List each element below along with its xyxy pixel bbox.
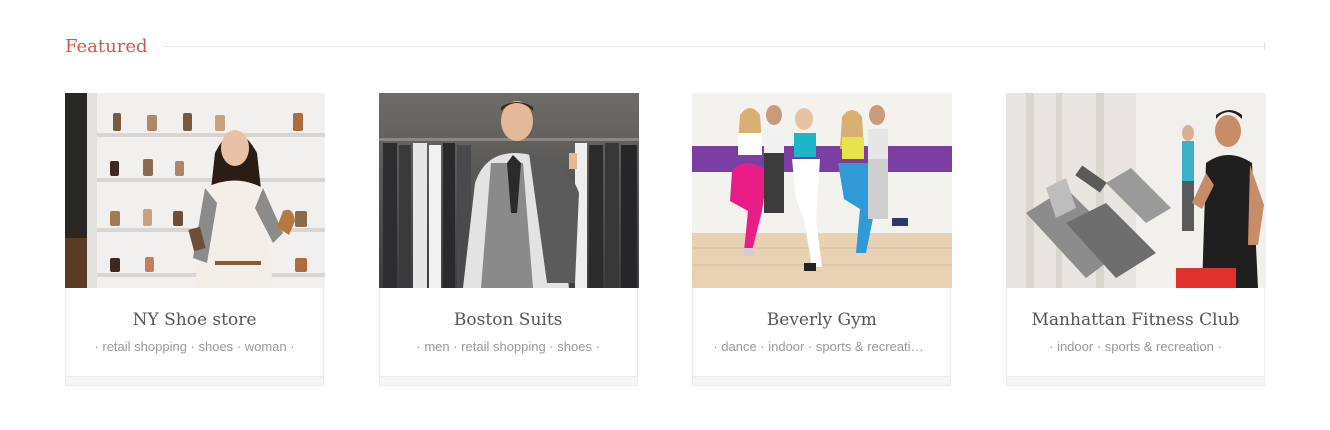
listing-tags: · dance · indoor · sports & recreation · xyxy=(713,339,933,354)
listing-tags: · indoor · sports & recreation · xyxy=(1049,339,1222,354)
listing-title[interactable]: Beverly Gym xyxy=(693,308,950,332)
listing-card[interactable]: Beverly Gym · dance · indoor · sports & … xyxy=(692,93,953,386)
man-on-treadmill-photo xyxy=(1005,93,1266,288)
man-in-suit-photo xyxy=(378,93,639,288)
listing-card[interactable]: Manhattan Fitness Club · indoor · sports… xyxy=(1005,93,1266,386)
featured-grid: NY Shoe store · retail shopping · shoes … xyxy=(65,93,1266,386)
dance-class-photo xyxy=(692,93,953,288)
section-header: Featured xyxy=(65,33,1265,59)
woman-in-shoe-store-photo xyxy=(65,93,325,288)
listing-image[interactable] xyxy=(378,93,639,288)
section-divider xyxy=(163,42,1265,50)
listing-tags: · retail shopping · shoes · woman · xyxy=(94,339,295,354)
card-footer xyxy=(693,376,951,385)
listing-title[interactable]: NY Shoe store xyxy=(66,308,323,332)
listing-card[interactable]: Boston Suits · men · retail shopping · s… xyxy=(378,93,639,386)
listing-card[interactable]: NY Shoe store · retail shopping · shoes … xyxy=(65,93,325,386)
featured-section: Featured NY Shoe store · retail shopping… xyxy=(0,0,1330,430)
listing-image[interactable] xyxy=(1005,93,1266,288)
listing-image[interactable] xyxy=(65,93,325,288)
card-footer xyxy=(379,376,637,385)
listing-image[interactable] xyxy=(692,93,953,288)
section-title: Featured xyxy=(65,35,148,57)
listing-title[interactable]: Boston Suits xyxy=(380,308,637,332)
listing-title[interactable]: Manhattan Fitness Club xyxy=(1007,308,1264,332)
listing-tags: · men · retail shopping · shoes · xyxy=(416,339,600,354)
card-footer xyxy=(1006,376,1264,385)
card-footer xyxy=(66,376,323,385)
